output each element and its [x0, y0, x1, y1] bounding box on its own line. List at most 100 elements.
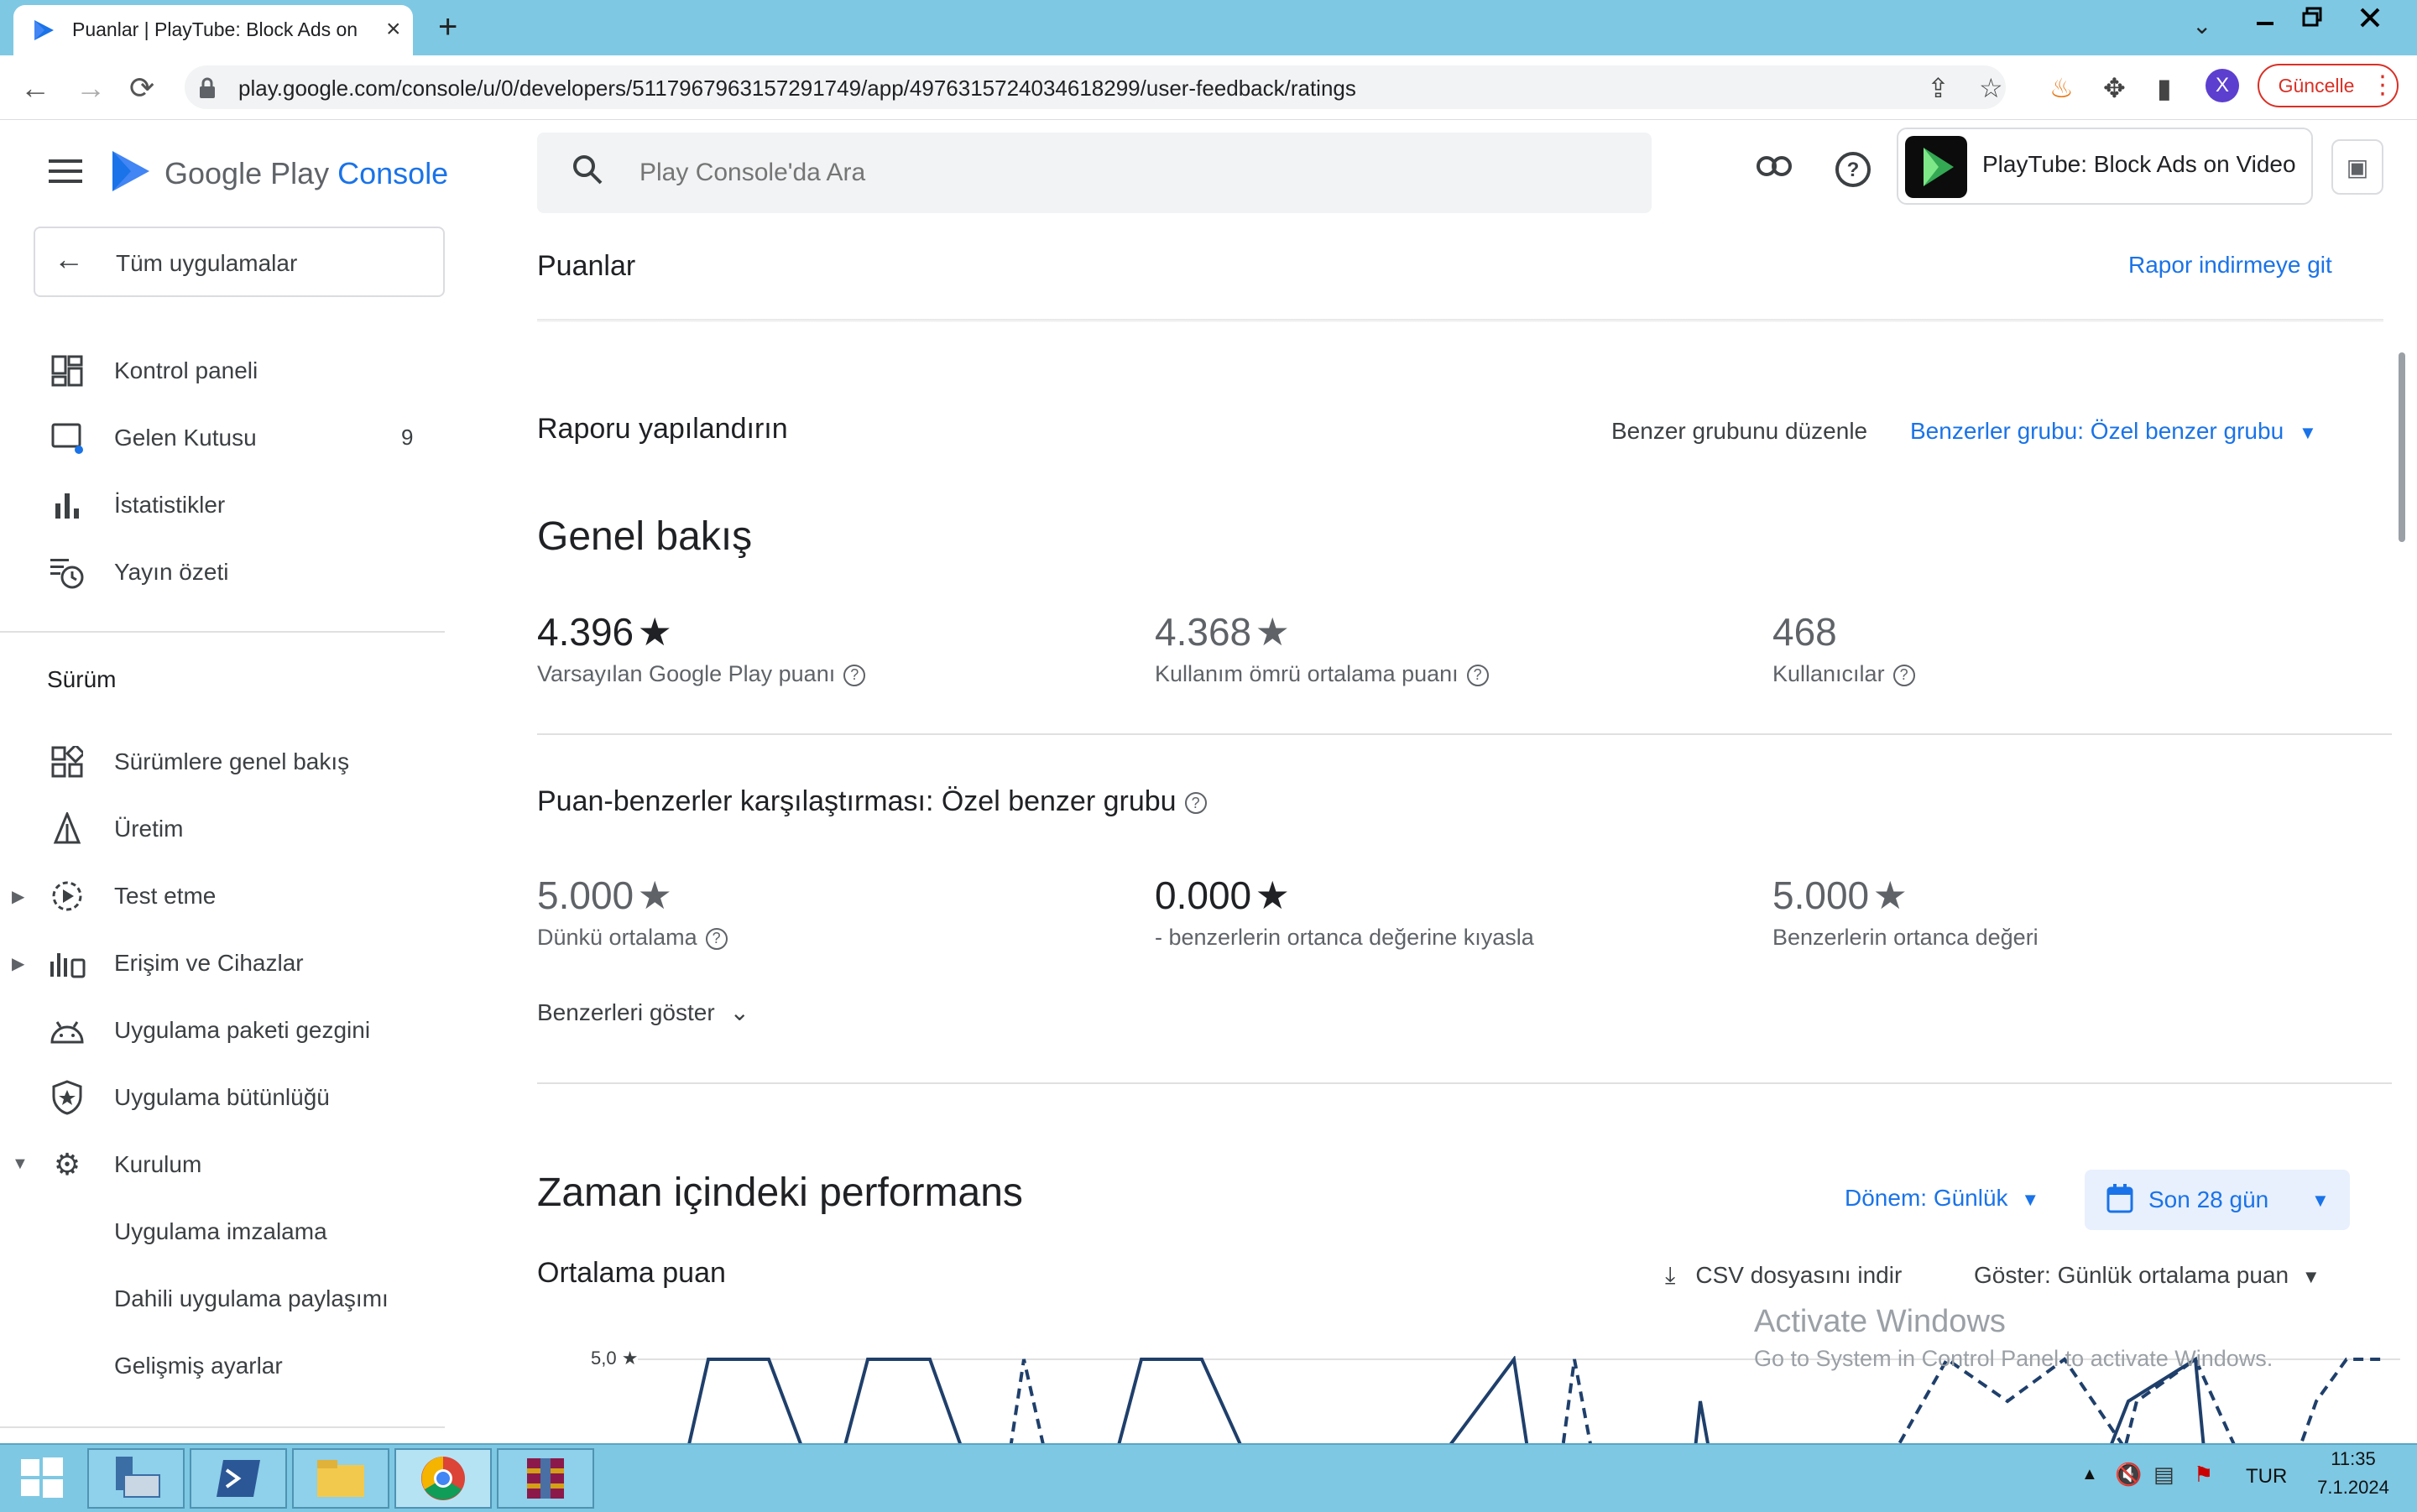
star-icon: ★: [1872, 873, 1908, 917]
hamburger-menu-icon[interactable]: [49, 158, 86, 189]
metric-label-text: Dünkü ortalama: [537, 925, 697, 950]
sidebar-item-label: Üretim: [114, 816, 184, 842]
tab-title: Puanlar | PlayTube: Block Ads on: [72, 18, 358, 40]
brand-console-text: Console: [337, 156, 449, 190]
powershell-icon: [217, 1460, 260, 1497]
help-circle-icon[interactable]: ?: [843, 664, 866, 686]
tab-search-chevron-icon[interactable]: ⌄: [2192, 12, 2211, 39]
forward-icon[interactable]: →: [76, 70, 106, 106]
performance-title: Zaman içindeki performans: [537, 1170, 1023, 1215]
browser-tab[interactable]: Puanlar | PlayTube: Block Ads on ×: [13, 5, 413, 55]
back-icon[interactable]: ←: [20, 70, 50, 106]
playtube-play-icon: [1924, 148, 1954, 186]
help-circle-icon[interactable]: ?: [1184, 792, 1207, 815]
sidebar-item-dashboard[interactable]: Kontrol paneli: [0, 341, 453, 399]
section-divider: [537, 733, 2392, 735]
reload-icon[interactable]: ⟳: [129, 70, 154, 106]
period-select[interactable]: Dönem: Günlük ▼: [1845, 1185, 2039, 1212]
help-circle-icon[interactable]: ?: [1892, 664, 1915, 686]
all-apps-button[interactable]: ← Tüm uygulamalar: [34, 227, 445, 297]
show-peers-label: Benzerleri göster: [537, 999, 715, 1025]
page-title: Puanlar: [537, 250, 636, 282]
sidebar-item-label: Gelişmiş ayarlar: [114, 1353, 283, 1379]
app-selector[interactable]: PlayTube: Block Ads on Video: [1897, 128, 2313, 205]
extensions-puzzle-icon[interactable]: ✥: [2103, 72, 2126, 104]
sidebar-item-reach-devices[interactable]: ▶ Erişim ve Cihazlar: [0, 933, 453, 992]
sidebar-item-internal-sharing[interactable]: Dahili uygulama paylaşımı: [0, 1269, 453, 1327]
side-panel-icon[interactable]: ▮: [2157, 72, 2172, 104]
folder-icon: [317, 1460, 364, 1497]
sidebar-item-publishing-overview[interactable]: Yayın özeti: [0, 542, 453, 601]
date-range-select[interactable]: Son 28 gün ▼: [2085, 1170, 2350, 1230]
windows-logo-icon: [21, 1457, 63, 1498]
expand-arrow-icon[interactable]: ▶: [12, 886, 24, 907]
taskbar-file-explorer[interactable]: [292, 1448, 389, 1509]
search-input[interactable]: [638, 151, 1564, 195]
close-window-icon[interactable]: [2336, 0, 2404, 35]
csv-download-button[interactable]: ⤓ CSV dosyasını indir: [1665, 1262, 1902, 1290]
sidebar-item-release-overview[interactable]: Sürümlere genel bakış: [0, 732, 453, 790]
metric-label-text: Varsayılan Google Play puanı: [537, 661, 836, 686]
collapse-arrow-icon[interactable]: ▼: [12, 1155, 29, 1174]
restore-icon[interactable]: [2289, 0, 2336, 35]
chart-title: Ortalama puan: [537, 1257, 726, 1289]
browser-menu-icon[interactable]: ⋮: [2370, 70, 2395, 100]
help-circle-icon[interactable]: ?: [1466, 664, 1489, 686]
help-circle-icon[interactable]: ?: [705, 927, 728, 950]
start-button[interactable]: [0, 1448, 84, 1509]
server-manager-icon: [116, 1457, 160, 1498]
sidebar-item-production[interactable]: Üretim: [0, 799, 453, 858]
chrome-icon: [421, 1457, 465, 1500]
tab-close-icon[interactable]: ×: [386, 15, 401, 44]
expand-arrow-icon[interactable]: ▶: [12, 953, 24, 974]
peer-group-select[interactable]: Benzerler grubu: Özel benzer grubu ▼: [1910, 418, 2317, 445]
network-icon[interactable]: ▤: [2153, 1462, 2174, 1488]
show-metric-label: Göster: Günlük ortalama puan: [1974, 1262, 2289, 1288]
sidebar-item-advanced-settings[interactable]: Gelişmiş ayarlar: [0, 1336, 453, 1395]
page-scrollbar[interactable]: [2399, 352, 2405, 542]
sidebar-item-app-signing[interactable]: Uygulama imzalama: [0, 1202, 453, 1260]
taskbar-server-manager[interactable]: [87, 1448, 185, 1509]
lock-icon[interactable]: [198, 77, 217, 99]
download-reports-link[interactable]: Rapor indirmeye git: [2128, 252, 2332, 279]
minimize-icon[interactable]: [2242, 0, 2289, 35]
help-icon[interactable]: ?: [1835, 151, 1871, 192]
star-icon: ★: [1255, 873, 1290, 917]
sidebar-item-statistics[interactable]: İstatistikler: [0, 475, 453, 534]
tray-expand-icon[interactable]: ▲: [2081, 1465, 2098, 1484]
input-language[interactable]: TUR: [2246, 1465, 2287, 1489]
extension-fire-icon[interactable]: ♨: [2049, 72, 2074, 104]
show-peers-toggle[interactable]: Benzerleri göster ⌄: [537, 998, 749, 1026]
svg-text:?: ?: [1847, 159, 1860, 181]
clock[interactable]: 11:35 7.1.2024: [2311, 1448, 2395, 1499]
taskbar-chrome[interactable]: [394, 1448, 492, 1509]
metric-default-rating: 4.396 ★: [537, 609, 672, 654]
sidebar-item-inbox[interactable]: Gelen Kutusu 9: [0, 408, 453, 467]
taskbar-powershell[interactable]: [190, 1448, 287, 1509]
publishing-clock-icon: [49, 554, 86, 591]
new-tab-icon[interactable]: +: [438, 8, 457, 46]
action-center-icon[interactable]: ⚑: [2194, 1462, 2213, 1488]
edit-peer-group-link[interactable]: Benzer grubunu düzenle: [1611, 418, 1867, 445]
sidebar-item-setup[interactable]: ▼ ⚙ Kurulum: [0, 1134, 453, 1193]
brand-title[interactable]: Google Play Console: [164, 156, 448, 191]
developer-account-icon[interactable]: ▣: [2331, 139, 2383, 195]
sidebar-item-testing[interactable]: ▶ Test etme: [0, 866, 453, 925]
taskbar-winrar[interactable]: [497, 1448, 594, 1509]
metric-value: 4.396: [537, 610, 634, 654]
show-metric-select[interactable]: Göster: Günlük ortalama puan ▼: [1974, 1262, 2320, 1289]
profile-avatar[interactable]: X: [2206, 69, 2239, 102]
share-icon[interactable]: ⇪: [1927, 72, 1950, 104]
link-icon[interactable]: [1756, 154, 1793, 182]
bookmark-star-icon[interactable]: ☆: [1979, 72, 2003, 104]
search-box[interactable]: [537, 133, 1652, 213]
volume-muted-icon[interactable]: 🔇: [2115, 1462, 2142, 1488]
sidebar-item-app-integrity[interactable]: Uygulama bütünlüğü: [0, 1067, 453, 1126]
android-bundle-icon: [49, 1012, 86, 1049]
bar-chart-icon: [49, 487, 86, 524]
update-label: Güncelle: [2278, 74, 2355, 96]
search-icon: [571, 153, 604, 195]
sidebar-item-app-bundle-explorer[interactable]: Uygulama paketi gezgini: [0, 1000, 453, 1059]
configure-report-title: Raporu yapılandırın: [537, 413, 788, 445]
metric-value: 5.000: [1772, 873, 1870, 917]
